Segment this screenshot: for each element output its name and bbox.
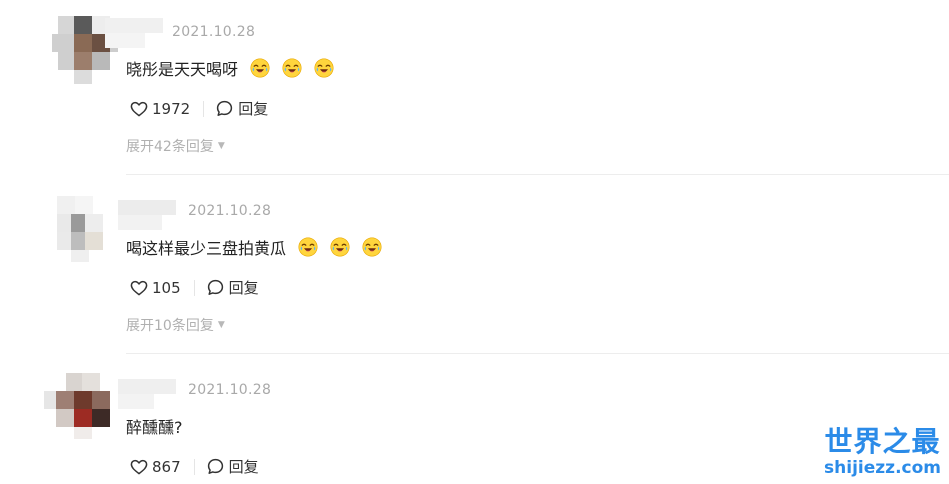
- crying-laughing-emoji-icon: [282, 58, 302, 78]
- avatar[interactable]: [44, 373, 110, 441]
- comment-text: 喝这样最少三盘拍黄瓜: [126, 235, 382, 259]
- comment-date: 2021.10.28: [188, 203, 272, 219]
- reply-label: 回复: [228, 279, 259, 297]
- comment-text: 晓彤是天天喝呀: [126, 56, 334, 80]
- username-redacted: [118, 379, 176, 409]
- comment-date: 2021.10.28: [188, 382, 272, 398]
- comment-bubble-icon: [207, 279, 224, 296]
- comment-text-content: 喝这样最少三盘拍黄瓜: [126, 239, 287, 258]
- action-separator: [193, 458, 195, 475]
- crying-laughing-emoji-icon: [250, 58, 270, 78]
- expand-replies-button[interactable]: 展开10条回复 ▼: [126, 315, 225, 335]
- comment-text-content: 晓彤是天天喝呀: [126, 60, 239, 79]
- comment-bubble-icon: [216, 100, 233, 117]
- reply-label: 回复: [228, 458, 259, 476]
- expand-replies-label: 展开42条回复: [126, 139, 214, 155]
- like-button[interactable]: 867: [130, 458, 181, 476]
- crying-laughing-emoji-icon: [298, 237, 318, 257]
- watermark-cn: 世界之最: [824, 425, 941, 458]
- caret-down-icon: ▼: [217, 141, 225, 151]
- like-count: 105: [152, 278, 181, 297]
- comment-divider: [126, 174, 949, 175]
- comment-text: 醉醺醺?: [126, 414, 183, 438]
- heart-icon: [130, 459, 148, 475]
- crying-laughing-emoji-icon: [330, 237, 350, 257]
- comment-date: 2021.10.28: [172, 24, 256, 40]
- caret-down-icon: ▼: [217, 320, 225, 330]
- like-count: 867: [152, 457, 181, 476]
- comment-actions: 1972 回复: [130, 98, 268, 119]
- comment-actions: 867 回复: [130, 456, 259, 477]
- crying-laughing-emoji-icon: [314, 58, 334, 78]
- heart-icon: [130, 280, 148, 296]
- avatar[interactable]: [57, 196, 123, 264]
- like-count: 1972: [152, 99, 191, 118]
- expand-replies-label: 展开10条回复: [126, 318, 214, 334]
- reply-button[interactable]: 回复: [207, 456, 259, 477]
- site-watermark: 世界之最 shijiezz.com: [824, 425, 941, 479]
- reply-button[interactable]: 回复: [207, 277, 259, 298]
- watermark-url: shijiezz.com: [824, 458, 941, 478]
- crying-laughing-emoji-icon: [362, 237, 382, 257]
- action-separator: [203, 100, 205, 117]
- like-button[interactable]: 1972: [130, 100, 190, 118]
- comment-text-content: 醉醺醺?: [126, 418, 183, 437]
- comment-actions: 105 回复: [130, 277, 259, 298]
- expand-replies-button[interactable]: 展开42条回复 ▼: [126, 136, 225, 156]
- comment-divider: [126, 353, 949, 354]
- like-button[interactable]: 105: [130, 279, 181, 297]
- reply-label: 回复: [238, 100, 269, 118]
- heart-icon: [130, 101, 148, 117]
- username-redacted: [105, 18, 163, 48]
- username-redacted: [118, 200, 176, 230]
- action-separator: [193, 279, 195, 296]
- comment-bubble-icon: [207, 458, 224, 475]
- reply-button[interactable]: 回复: [216, 98, 268, 119]
